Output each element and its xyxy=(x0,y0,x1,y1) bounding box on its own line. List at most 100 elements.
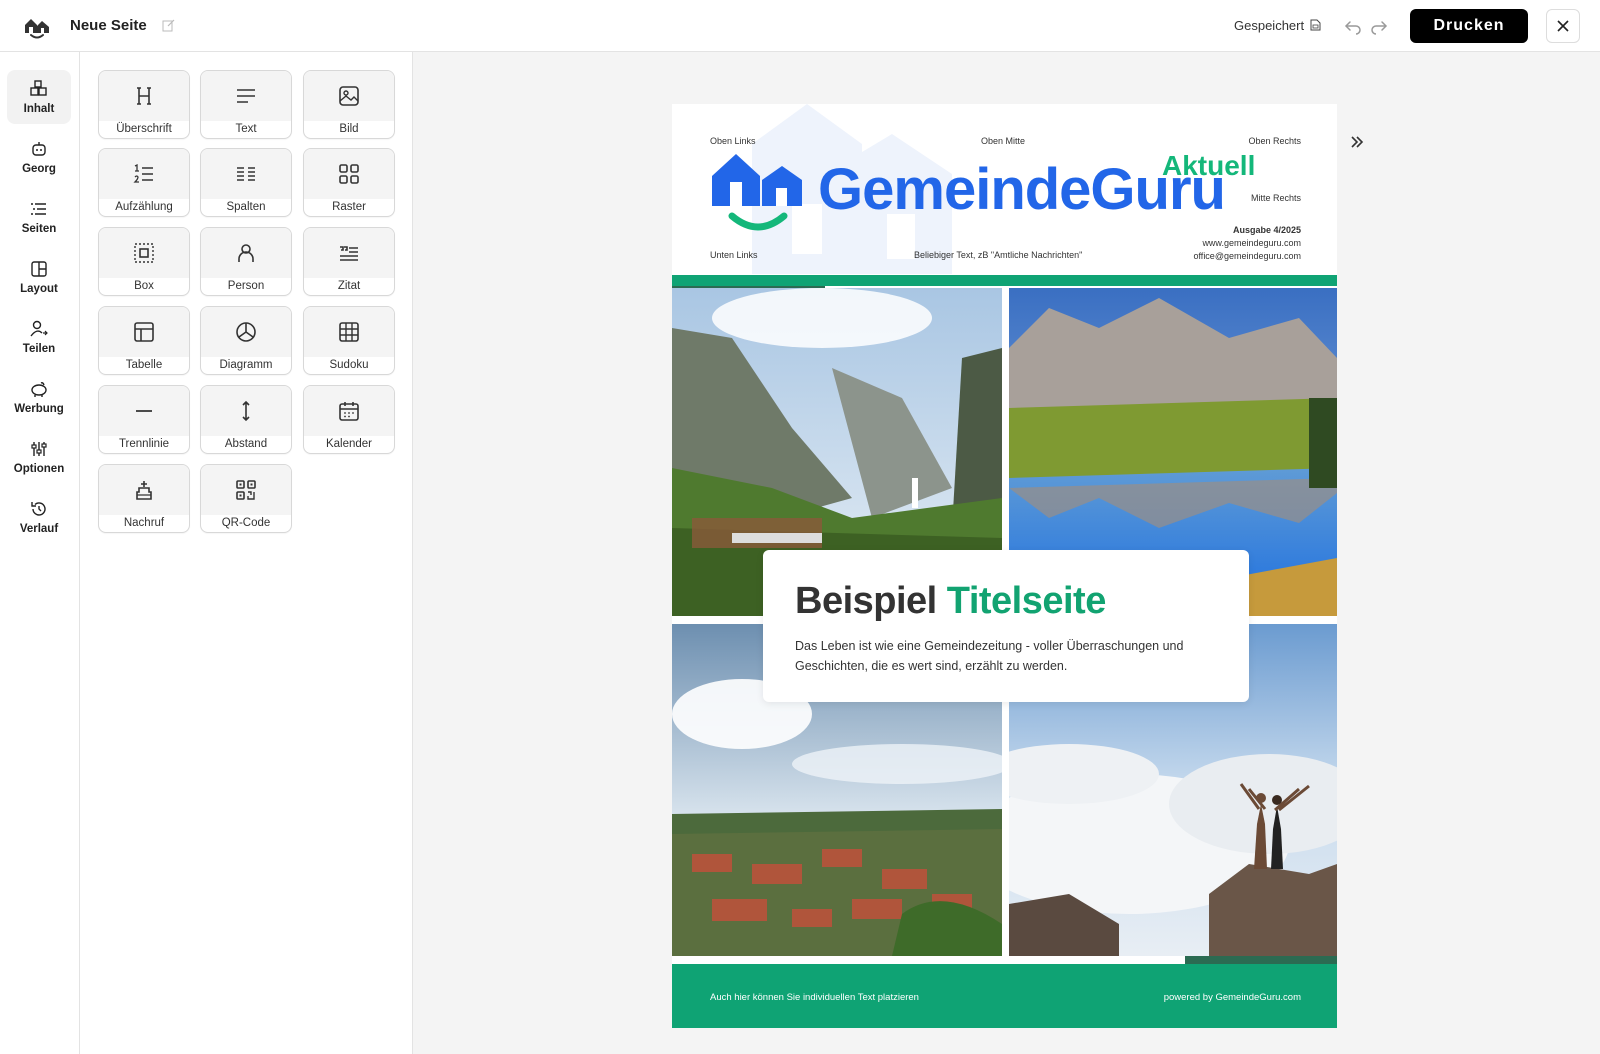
memorial-icon xyxy=(136,481,152,500)
block-abstand[interactable]: Abstand xyxy=(200,385,292,454)
block-tabelle[interactable]: Tabelle xyxy=(98,306,190,375)
grid-icon xyxy=(339,164,359,184)
block-bild[interactable]: Bild xyxy=(303,70,395,139)
block-zitat[interactable]: Zitat xyxy=(303,227,395,296)
rail-item-verlauf[interactable]: Verlauf xyxy=(7,490,71,544)
block-qr-code[interactable]: QR-Code xyxy=(200,464,292,533)
history-icon xyxy=(31,502,46,516)
block-diagramm[interactable]: Diagramm xyxy=(200,306,292,375)
numbered-list-icon xyxy=(133,163,153,183)
block-label: Zitat xyxy=(337,280,361,292)
edit-icon[interactable] xyxy=(162,18,176,32)
rail-item-teilen[interactable]: Teilen xyxy=(7,310,71,364)
block-label: Nachruf xyxy=(123,517,165,529)
app-logo-icon[interactable] xyxy=(22,11,52,41)
footer-right-text[interactable]: powered by GemeindeGuru.com xyxy=(1164,992,1301,1003)
person-icon xyxy=(238,244,254,262)
top-bar: Neue Seite Gespeichert Drucken xyxy=(0,0,1600,52)
block-label: Spalten xyxy=(226,201,266,213)
block-spalten[interactable]: Spalten xyxy=(200,148,292,217)
close-icon xyxy=(1557,20,1569,32)
block-label: Trennlinie xyxy=(118,438,170,450)
header-top-center[interactable]: Oben Mitte xyxy=(981,136,1025,146)
header-top-left[interactable]: Oben Links xyxy=(710,136,756,146)
rail-item-werbung[interactable]: Werbung xyxy=(7,370,71,424)
block-aufzaehlung[interactable]: Aufzählung xyxy=(98,148,190,217)
header-bottom-center[interactable]: Beliebiger Text, zB "Amtliche Nachrichte… xyxy=(914,250,1082,260)
block-label: Überschrift xyxy=(116,123,172,135)
document-header[interactable]: Oben Links Oben Mitte Oben Rechts Mitte … xyxy=(672,104,1337,274)
header-top-right[interactable]: Oben Rechts xyxy=(1248,136,1301,146)
block-raster[interactable]: Raster xyxy=(303,148,395,217)
text-icon xyxy=(237,89,255,103)
block-label: Box xyxy=(134,280,154,292)
rail-item-inhalt[interactable]: Inhalt xyxy=(7,70,71,124)
spacing-icon xyxy=(242,400,250,422)
print-button[interactable]: Drucken xyxy=(1410,9,1528,43)
heading-icon xyxy=(137,87,151,105)
close-button[interactable] xyxy=(1546,9,1580,43)
blocks-icon xyxy=(30,80,47,96)
header-contact[interactable]: Ausgabe 4/2025 www.gemeindeguru.com offi… xyxy=(1193,224,1301,263)
quote-icon xyxy=(340,246,358,261)
saved-file-icon xyxy=(1310,19,1321,31)
saved-status: Gespeichert xyxy=(1234,18,1305,33)
sliders-icon xyxy=(31,442,47,456)
issue-label: Ausgabe 4/2025 xyxy=(1232,225,1301,235)
sudoku-icon xyxy=(339,322,359,342)
block-sudoku[interactable]: Sudoku xyxy=(303,306,395,375)
rail-label: Verlauf xyxy=(19,523,59,535)
block-label: Abstand xyxy=(224,438,268,450)
footer-dark-band xyxy=(1185,956,1337,964)
box-icon xyxy=(134,243,154,263)
header-middle-right[interactable]: Mitte Rechts xyxy=(1251,193,1301,203)
block-kalender[interactable]: Kalender xyxy=(303,385,395,454)
rail-label: Layout xyxy=(20,283,58,295)
title-card[interactable]: Beispiel Titelseite Das Leben ist wie ei… xyxy=(763,550,1249,702)
block-label: Diagramm xyxy=(219,359,273,371)
block-label: Raster xyxy=(332,201,366,213)
block-label: Tabelle xyxy=(125,359,163,371)
table-icon xyxy=(134,322,154,342)
block-label: Person xyxy=(227,280,265,292)
pie-chart-icon xyxy=(236,322,256,342)
rail-label: Inhalt xyxy=(23,103,55,115)
header-green-band xyxy=(672,275,1337,286)
rail-item-seiten[interactable]: Seiten xyxy=(7,190,71,244)
footer-left-text[interactable]: Auch hier können Sie individuellen Text … xyxy=(710,992,919,1003)
document-subtitle[interactable]: Das Leben ist wie eine Gemeindezeitung -… xyxy=(795,636,1195,676)
user-share-icon xyxy=(30,320,48,337)
redo-icon[interactable] xyxy=(1370,17,1388,35)
block-box[interactable]: Box xyxy=(98,227,190,296)
block-panel: Überschrift Text Bild Aufzählung Spalten… xyxy=(80,52,413,1054)
block-text[interactable]: Text xyxy=(200,70,292,139)
brand-logo-icon xyxy=(712,154,802,231)
piggy-bank-icon xyxy=(31,382,47,397)
title-part-2: Titelseite xyxy=(946,580,1107,622)
rail-label: Teilen xyxy=(22,343,56,355)
rail-label: Seiten xyxy=(21,223,57,235)
block-label: Sudoku xyxy=(329,359,369,371)
block-ueberschrift[interactable]: Überschrift xyxy=(98,70,190,139)
header-bottom-left[interactable]: Unten Links xyxy=(710,250,758,260)
undo-icon[interactable] xyxy=(1344,17,1362,35)
layout-icon xyxy=(31,261,47,277)
rail-item-georg[interactable]: Georg xyxy=(7,130,71,184)
document-title[interactable]: Beispiel Titelseite xyxy=(795,580,1106,623)
block-label: Kalender xyxy=(325,438,373,450)
document-page[interactable]: Oben Links Oben Mitte Oben Rechts Mitte … xyxy=(672,104,1337,1028)
image-icon xyxy=(339,86,359,106)
qr-code-icon xyxy=(236,480,256,500)
block-nachruf[interactable]: Nachruf xyxy=(98,464,190,533)
divider-icon xyxy=(136,410,152,412)
block-label: QR-Code xyxy=(221,517,271,529)
block-label: Text xyxy=(235,123,257,135)
block-trennlinie[interactable]: Trennlinie xyxy=(98,385,190,454)
list-icon xyxy=(31,203,46,215)
page-title[interactable]: Neue Seite xyxy=(70,17,147,34)
rail-item-optionen[interactable]: Optionen xyxy=(7,430,71,484)
rail-label: Optionen xyxy=(13,463,65,475)
expand-panel-icon[interactable] xyxy=(1349,134,1365,150)
block-person[interactable]: Person xyxy=(200,227,292,296)
rail-item-layout[interactable]: Layout xyxy=(7,250,71,304)
